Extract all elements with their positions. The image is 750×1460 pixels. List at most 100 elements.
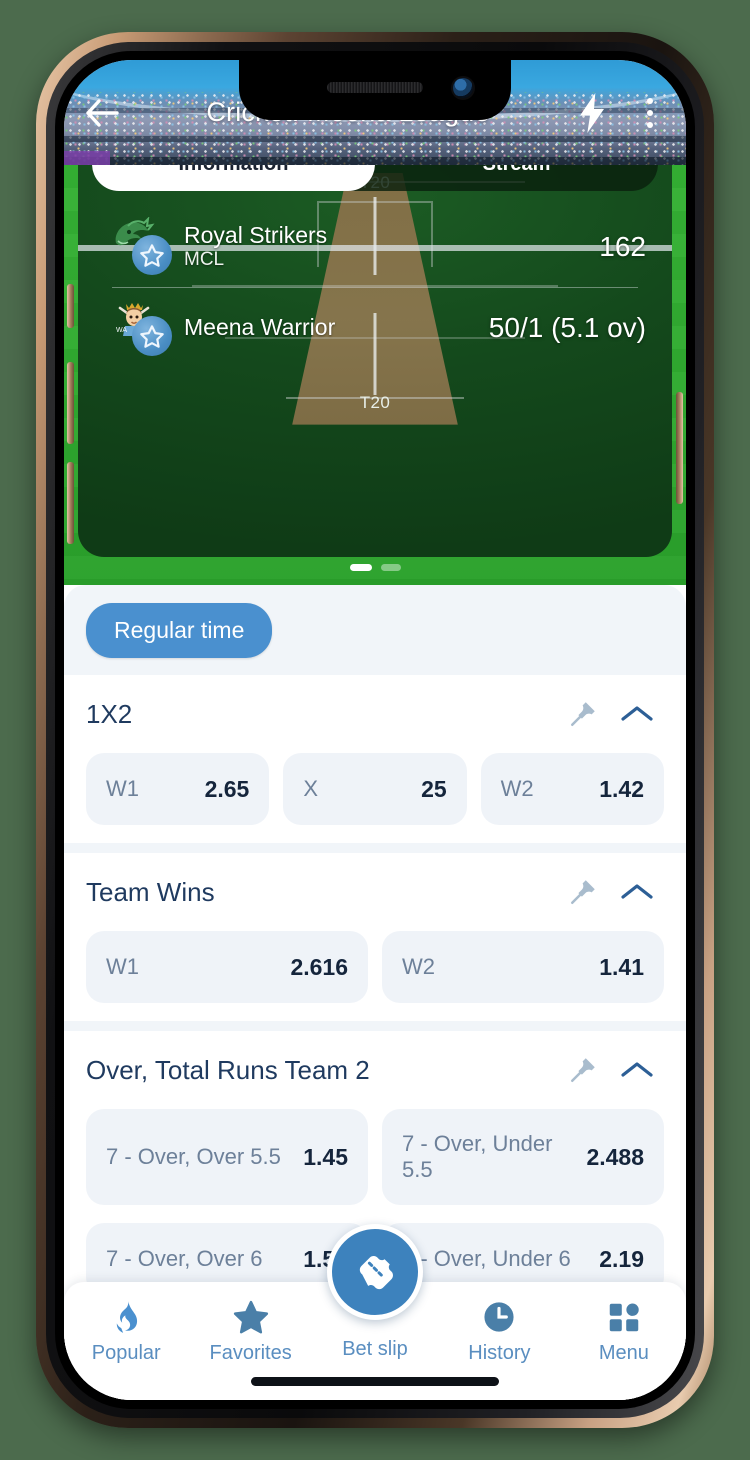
mute-switch[interactable] [67, 284, 74, 328]
market-title: Over, Total Runs Team 2 [86, 1054, 370, 1085]
pitch-background: T20 T20 [78, 165, 672, 557]
volume-down-button[interactable] [67, 462, 74, 544]
more-options-button[interactable] [622, 97, 686, 128]
odds-value: 2.19 [599, 1245, 644, 1272]
chevron-up-icon [621, 1062, 653, 1077]
star-badge-icon [140, 243, 164, 267]
star-icon [233, 1300, 268, 1334]
odds-row: W1 2.616 W2 1.41 [86, 931, 664, 1021]
odds-value: 2.65 [204, 775, 250, 802]
team-score: 162 [599, 231, 646, 262]
collapse-market-button[interactable] [610, 1059, 664, 1081]
odds-button[interactable]: 7 - Over, Over 5.5 1.45 [86, 1109, 368, 1205]
lightning-bolt-icon [580, 92, 604, 133]
pushpin-icon [571, 702, 595, 726]
odds-value: 1.45 [303, 1143, 348, 1170]
back-button[interactable] [64, 98, 140, 128]
ticket-icon [359, 1256, 393, 1290]
odds-button[interactable]: X 25 [283, 753, 467, 825]
market-header[interactable]: Team Wins [86, 853, 664, 931]
odds-row: 7 - Over, Over 5.5 1.45 7 - Over, Under … [86, 1109, 664, 1223]
nav-item-history[interactable]: History [437, 1282, 561, 1365]
format-label-bottom: T20 [359, 393, 391, 412]
team-logo: WA [112, 300, 174, 356]
odds-label: W1 [106, 954, 139, 980]
filter-chip-regular-time[interactable]: Regular time [86, 602, 273, 658]
team-star-badge [132, 316, 172, 356]
odds-value: 25 [421, 775, 447, 802]
team-logo [112, 217, 174, 275]
team-star-badge [132, 235, 172, 275]
phone-frame: Cricket. Meena League [36, 32, 714, 1428]
odds-value: 2.616 [290, 953, 348, 980]
score-row[interactable]: Royal Strikers MCL 162 [78, 207, 672, 287]
odds-label: W1 [106, 776, 139, 802]
market-header[interactable]: 1X2 [86, 675, 664, 753]
pagination-dot[interactable] [380, 564, 401, 571]
match-scoreboard-panel: T20 T20 [64, 165, 686, 585]
tab-stream[interactable]: Stream [375, 165, 658, 191]
collapse-market-button[interactable] [610, 703, 664, 725]
chevron-up-icon [621, 706, 653, 721]
pushpin-icon [571, 1058, 595, 1082]
clock-icon [484, 1302, 514, 1332]
home-indicator[interactable] [251, 1377, 499, 1386]
odds-label: X [303, 776, 319, 802]
odds-value: 2.488 [586, 1143, 644, 1170]
odds-button[interactable]: W1 2.616 [86, 931, 368, 1003]
market-title: Team Wins [86, 876, 215, 907]
phone-bezel: Cricket. Meena League [55, 51, 695, 1409]
collapse-market-button[interactable] [610, 881, 664, 903]
nav-label: Menu [598, 1342, 649, 1364]
power-button[interactable] [676, 392, 683, 504]
odds-button[interactable]: 7 - Over, Under 5.5 2.488 [382, 1109, 664, 1205]
lightning-button[interactable] [562, 92, 622, 133]
more-vertical-icon [647, 97, 653, 104]
team-score: 50/1 (5.1 ov) [488, 312, 646, 343]
phone-screen: Cricket. Meena League [64, 60, 686, 1400]
svg-text:WA: WA [116, 327, 127, 334]
star-badge-icon [140, 324, 164, 348]
front-camera [453, 78, 473, 98]
pin-market-button[interactable] [556, 699, 610, 729]
tab-information[interactable]: Information [92, 165, 375, 191]
nav-item-popular[interactable]: Popular [64, 1282, 188, 1365]
market-section: 1X2 W1 2.65 X 25 W2 1.42 [64, 675, 686, 843]
pin-market-button[interactable] [556, 1055, 610, 1085]
market-header[interactable]: Over, Total Runs Team 2 [86, 1031, 664, 1109]
notch [239, 60, 511, 120]
odds-value: 1.42 [599, 775, 644, 802]
odds-label: 7 - Over, Over 6 [106, 1246, 263, 1272]
pin-market-button[interactable] [556, 877, 610, 907]
odds-button[interactable]: W1 2.65 [86, 753, 270, 825]
odds-row: W1 2.65 X 25 W2 1.42 [86, 753, 664, 843]
carousel-pagination [64, 564, 686, 571]
arrow-left-icon [86, 98, 119, 127]
nav-item-menu[interactable]: Menu [562, 1282, 686, 1365]
bet-slip-fab[interactable] [327, 1224, 424, 1320]
score-row[interactable]: WA Meena Warrior 50/1 (5.1 ov) [78, 288, 672, 368]
filter-bar: Regular time [64, 585, 686, 675]
phone-frame-inner: Cricket. Meena League [46, 42, 704, 1418]
market-title: 1X2 [86, 698, 133, 729]
score-list: Royal Strikers MCL 162 WA Meena Warrior … [78, 207, 672, 368]
nav-item-bet-slip[interactable]: Bet slip [313, 1224, 437, 1361]
screenshot-stage: Cricket. Meena League [0, 0, 750, 1460]
odds-button[interactable]: W2 1.41 [382, 931, 664, 1003]
more-vertical-icon [647, 109, 653, 116]
nav-item-favorites[interactable]: Favorites [188, 1282, 312, 1365]
team-name: Meena Warrior [184, 314, 336, 341]
volume-up-button[interactable] [67, 362, 74, 444]
odds-value: 1.41 [599, 953, 644, 980]
pagination-dot-active[interactable] [349, 564, 372, 571]
nav-label: History [468, 1342, 531, 1364]
earpiece-speaker [327, 82, 423, 93]
pushpin-icon [571, 880, 595, 904]
odds-label: 7 - Over, Over 5.5 [106, 1144, 281, 1170]
market-section: Team Wins W1 2.616 W2 1.41 [64, 843, 686, 1021]
flame-icon [116, 1301, 138, 1333]
nav-label: Favorites [209, 1342, 292, 1364]
odds-button[interactable]: W2 1.42 [480, 753, 664, 825]
match-tabs: Information Stream [92, 165, 658, 191]
grid-icon [609, 1303, 639, 1332]
